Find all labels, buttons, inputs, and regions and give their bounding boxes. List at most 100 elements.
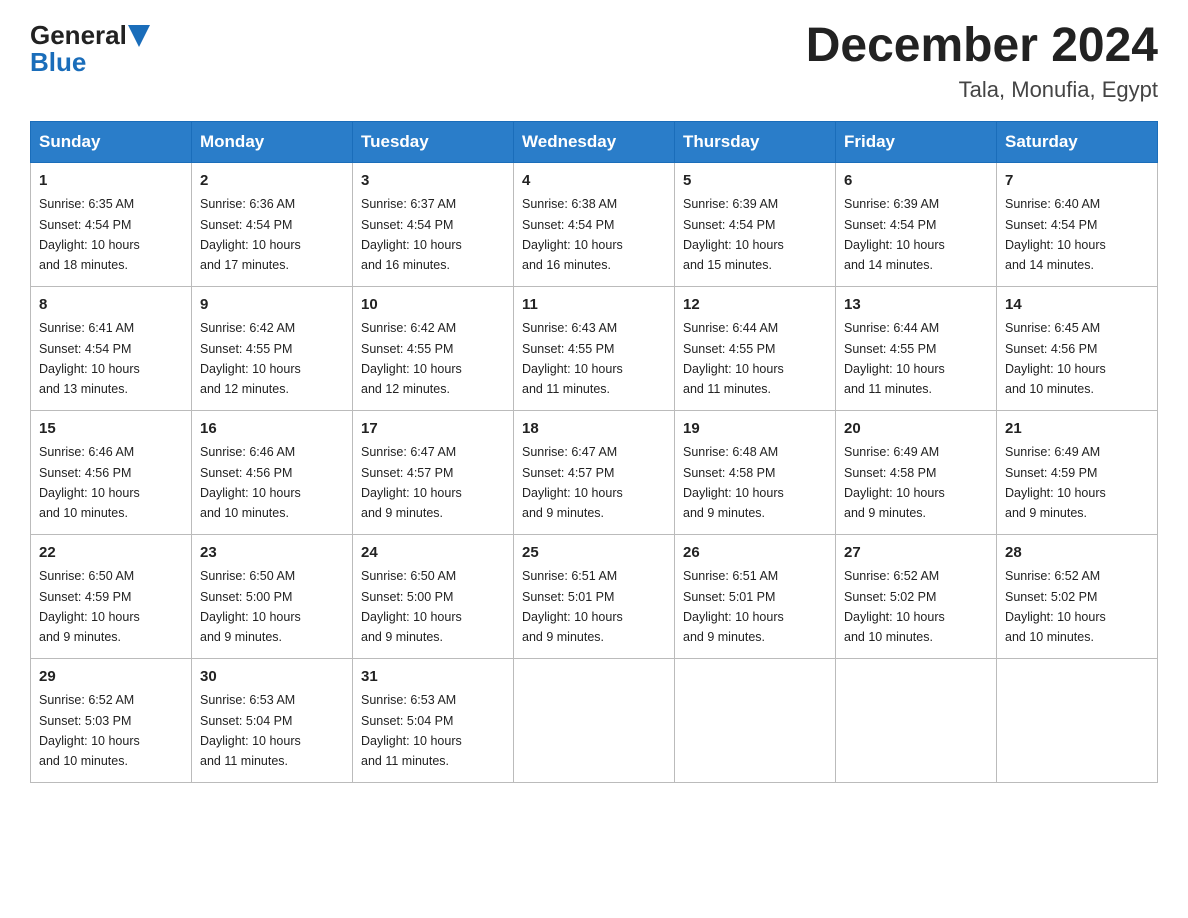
calendar-week-row: 29 Sunrise: 6:52 AMSunset: 5:03 PMDaylig… xyxy=(31,658,1158,782)
calendar-cell: 16 Sunrise: 6:46 AMSunset: 4:56 PMDaylig… xyxy=(192,410,353,534)
calendar-cell: 29 Sunrise: 6:52 AMSunset: 5:03 PMDaylig… xyxy=(31,658,192,782)
logo-triangle-icon xyxy=(128,25,150,47)
day-number: 8 xyxy=(39,294,183,317)
calendar-cell: 23 Sunrise: 6:50 AMSunset: 5:00 PMDaylig… xyxy=(192,534,353,658)
calendar-cell: 18 Sunrise: 6:47 AMSunset: 4:57 PMDaylig… xyxy=(514,410,675,534)
calendar-cell: 27 Sunrise: 6:52 AMSunset: 5:02 PMDaylig… xyxy=(836,534,997,658)
day-info: Sunrise: 6:50 AMSunset: 4:59 PMDaylight:… xyxy=(39,569,140,644)
day-number: 10 xyxy=(361,294,505,317)
day-info: Sunrise: 6:46 AMSunset: 4:56 PMDaylight:… xyxy=(200,445,301,520)
day-info: Sunrise: 6:51 AMSunset: 5:01 PMDaylight:… xyxy=(683,569,784,644)
day-info: Sunrise: 6:40 AMSunset: 4:54 PMDaylight:… xyxy=(1005,197,1106,272)
day-number: 13 xyxy=(844,294,988,317)
day-number: 25 xyxy=(522,542,666,565)
calendar-cell: 15 Sunrise: 6:46 AMSunset: 4:56 PMDaylig… xyxy=(31,410,192,534)
calendar-week-row: 8 Sunrise: 6:41 AMSunset: 4:54 PMDayligh… xyxy=(31,286,1158,410)
calendar-cell: 4 Sunrise: 6:38 AMSunset: 4:54 PMDayligh… xyxy=(514,162,675,286)
weekday-header-monday: Monday xyxy=(192,121,353,162)
day-info: Sunrise: 6:38 AMSunset: 4:54 PMDaylight:… xyxy=(522,197,623,272)
day-number: 23 xyxy=(200,542,344,565)
calendar-cell: 26 Sunrise: 6:51 AMSunset: 5:01 PMDaylig… xyxy=(675,534,836,658)
calendar-cell: 21 Sunrise: 6:49 AMSunset: 4:59 PMDaylig… xyxy=(997,410,1158,534)
calendar-cell: 22 Sunrise: 6:50 AMSunset: 4:59 PMDaylig… xyxy=(31,534,192,658)
weekday-header-saturday: Saturday xyxy=(997,121,1158,162)
day-info: Sunrise: 6:49 AMSunset: 4:58 PMDaylight:… xyxy=(844,445,945,520)
day-info: Sunrise: 6:42 AMSunset: 4:55 PMDaylight:… xyxy=(200,321,301,396)
logo-blue-text: Blue xyxy=(30,47,86,78)
weekday-header-row: SundayMondayTuesdayWednesdayThursdayFrid… xyxy=(31,121,1158,162)
day-number: 11 xyxy=(522,294,666,317)
day-info: Sunrise: 6:45 AMSunset: 4:56 PMDaylight:… xyxy=(1005,321,1106,396)
day-info: Sunrise: 6:48 AMSunset: 4:58 PMDaylight:… xyxy=(683,445,784,520)
day-info: Sunrise: 6:50 AMSunset: 5:00 PMDaylight:… xyxy=(361,569,462,644)
day-info: Sunrise: 6:53 AMSunset: 5:04 PMDaylight:… xyxy=(361,693,462,768)
day-number: 21 xyxy=(1005,418,1149,441)
day-info: Sunrise: 6:44 AMSunset: 4:55 PMDaylight:… xyxy=(683,321,784,396)
day-number: 3 xyxy=(361,170,505,193)
calendar-cell: 1 Sunrise: 6:35 AMSunset: 4:54 PMDayligh… xyxy=(31,162,192,286)
day-number: 30 xyxy=(200,666,344,689)
day-info: Sunrise: 6:53 AMSunset: 5:04 PMDaylight:… xyxy=(200,693,301,768)
calendar-title: December 2024 xyxy=(806,20,1158,73)
calendar-cell: 8 Sunrise: 6:41 AMSunset: 4:54 PMDayligh… xyxy=(31,286,192,410)
calendar-cell: 20 Sunrise: 6:49 AMSunset: 4:58 PMDaylig… xyxy=(836,410,997,534)
calendar-cell: 31 Sunrise: 6:53 AMSunset: 5:04 PMDaylig… xyxy=(353,658,514,782)
calendar-cell: 10 Sunrise: 6:42 AMSunset: 4:55 PMDaylig… xyxy=(353,286,514,410)
calendar-cell xyxy=(675,658,836,782)
day-info: Sunrise: 6:35 AMSunset: 4:54 PMDaylight:… xyxy=(39,197,140,272)
day-number: 19 xyxy=(683,418,827,441)
day-number: 5 xyxy=(683,170,827,193)
calendar-cell: 12 Sunrise: 6:44 AMSunset: 4:55 PMDaylig… xyxy=(675,286,836,410)
day-number: 4 xyxy=(522,170,666,193)
day-info: Sunrise: 6:37 AMSunset: 4:54 PMDaylight:… xyxy=(361,197,462,272)
day-number: 26 xyxy=(683,542,827,565)
calendar-cell: 2 Sunrise: 6:36 AMSunset: 4:54 PMDayligh… xyxy=(192,162,353,286)
day-number: 17 xyxy=(361,418,505,441)
weekday-header-thursday: Thursday xyxy=(675,121,836,162)
day-info: Sunrise: 6:39 AMSunset: 4:54 PMDaylight:… xyxy=(844,197,945,272)
day-number: 9 xyxy=(200,294,344,317)
day-info: Sunrise: 6:49 AMSunset: 4:59 PMDaylight:… xyxy=(1005,445,1106,520)
day-info: Sunrise: 6:52 AMSunset: 5:02 PMDaylight:… xyxy=(844,569,945,644)
day-number: 31 xyxy=(361,666,505,689)
day-number: 28 xyxy=(1005,542,1149,565)
day-number: 20 xyxy=(844,418,988,441)
calendar-cell: 17 Sunrise: 6:47 AMSunset: 4:57 PMDaylig… xyxy=(353,410,514,534)
day-number: 15 xyxy=(39,418,183,441)
day-info: Sunrise: 6:52 AMSunset: 5:03 PMDaylight:… xyxy=(39,693,140,768)
day-info: Sunrise: 6:43 AMSunset: 4:55 PMDaylight:… xyxy=(522,321,623,396)
calendar-cell: 11 Sunrise: 6:43 AMSunset: 4:55 PMDaylig… xyxy=(514,286,675,410)
calendar-cell xyxy=(836,658,997,782)
calendar-week-row: 1 Sunrise: 6:35 AMSunset: 4:54 PMDayligh… xyxy=(31,162,1158,286)
calendar-cell: 24 Sunrise: 6:50 AMSunset: 5:00 PMDaylig… xyxy=(353,534,514,658)
calendar-cell: 6 Sunrise: 6:39 AMSunset: 4:54 PMDayligh… xyxy=(836,162,997,286)
calendar-cell: 30 Sunrise: 6:53 AMSunset: 5:04 PMDaylig… xyxy=(192,658,353,782)
title-area: December 2024 Tala, Monufia, Egypt xyxy=(806,20,1158,103)
day-number: 14 xyxy=(1005,294,1149,317)
weekday-header-friday: Friday xyxy=(836,121,997,162)
day-number: 6 xyxy=(844,170,988,193)
calendar-subtitle: Tala, Monufia, Egypt xyxy=(806,77,1158,103)
calendar-cell xyxy=(514,658,675,782)
calendar-cell: 7 Sunrise: 6:40 AMSunset: 4:54 PMDayligh… xyxy=(997,162,1158,286)
calendar-cell: 5 Sunrise: 6:39 AMSunset: 4:54 PMDayligh… xyxy=(675,162,836,286)
day-info: Sunrise: 6:39 AMSunset: 4:54 PMDaylight:… xyxy=(683,197,784,272)
day-info: Sunrise: 6:51 AMSunset: 5:01 PMDaylight:… xyxy=(522,569,623,644)
weekday-header-wednesday: Wednesday xyxy=(514,121,675,162)
day-info: Sunrise: 6:50 AMSunset: 5:00 PMDaylight:… xyxy=(200,569,301,644)
calendar-cell: 14 Sunrise: 6:45 AMSunset: 4:56 PMDaylig… xyxy=(997,286,1158,410)
day-info: Sunrise: 6:47 AMSunset: 4:57 PMDaylight:… xyxy=(361,445,462,520)
day-number: 1 xyxy=(39,170,183,193)
calendar-cell: 25 Sunrise: 6:51 AMSunset: 5:01 PMDaylig… xyxy=(514,534,675,658)
calendar-cell: 28 Sunrise: 6:52 AMSunset: 5:02 PMDaylig… xyxy=(997,534,1158,658)
calendar-cell: 3 Sunrise: 6:37 AMSunset: 4:54 PMDayligh… xyxy=(353,162,514,286)
calendar-cell xyxy=(997,658,1158,782)
day-info: Sunrise: 6:52 AMSunset: 5:02 PMDaylight:… xyxy=(1005,569,1106,644)
day-number: 22 xyxy=(39,542,183,565)
day-info: Sunrise: 6:36 AMSunset: 4:54 PMDaylight:… xyxy=(200,197,301,272)
calendar-week-row: 22 Sunrise: 6:50 AMSunset: 4:59 PMDaylig… xyxy=(31,534,1158,658)
weekday-header-tuesday: Tuesday xyxy=(353,121,514,162)
day-info: Sunrise: 6:41 AMSunset: 4:54 PMDaylight:… xyxy=(39,321,140,396)
day-number: 16 xyxy=(200,418,344,441)
page-header: General Blue December 2024 Tala, Monufia… xyxy=(30,20,1158,103)
